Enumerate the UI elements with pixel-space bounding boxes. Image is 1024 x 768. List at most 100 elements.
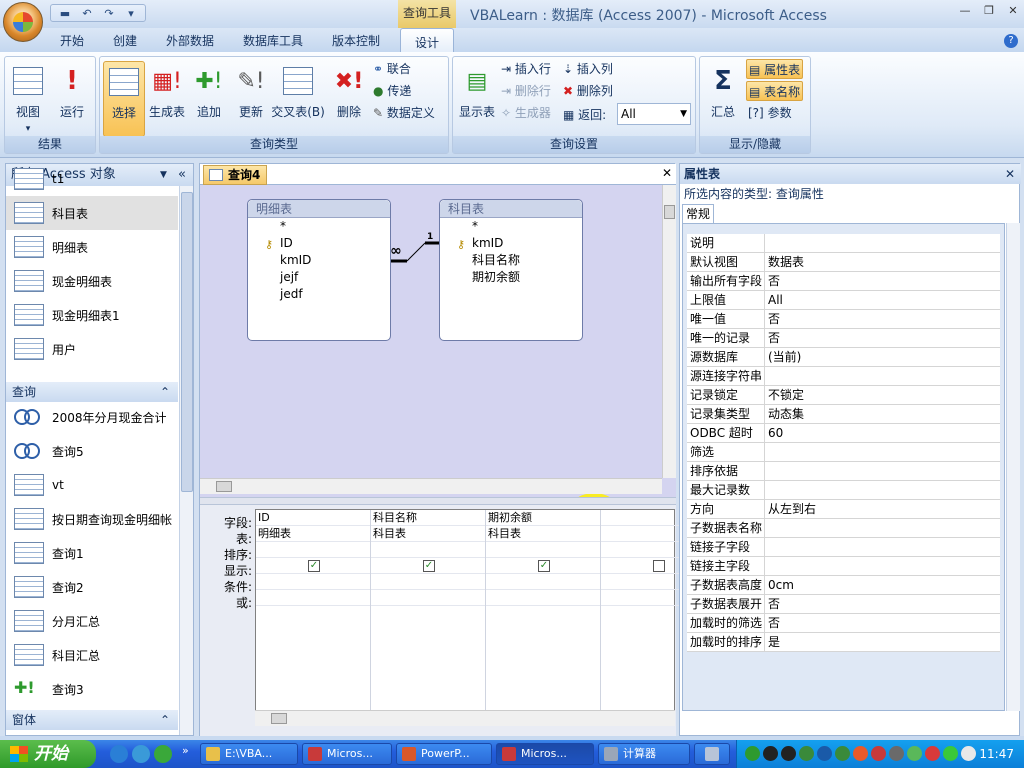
property-value[interactable] [765,462,1000,480]
collapse-pane-icon[interactable]: « [178,164,186,186]
customize-qat-icon[interactable]: ▾ [123,6,139,20]
field-item[interactable]: * [440,218,582,235]
property-value[interactable]: 是 [765,633,1000,651]
field-item[interactable]: kmID [248,252,390,269]
property-value[interactable]: 不锁定 [765,386,1000,404]
field-item[interactable]: jejf [248,269,390,286]
show-checkbox[interactable]: ✓ [423,560,435,572]
property-row[interactable]: 排序依据 [687,462,1000,481]
nav-query-item[interactable]: 查询5 [6,434,178,468]
grid-or-cell[interactable] [486,590,600,606]
nav-table-item[interactable]: 明细表 [6,230,178,264]
nav-query-item[interactable]: 科目汇总 [6,638,178,672]
nav-query-item[interactable]: 按日期查询现金明细帐 [6,502,178,536]
builder-button[interactable]: ✧ 生成器 [501,103,551,123]
grid-or-cell[interactable] [256,590,370,606]
grid-sort-cell[interactable] [256,542,370,558]
property-row[interactable]: 子数据表展开否 [687,595,1000,614]
tab-general[interactable]: 常规 [682,204,714,224]
grid-criteria-cell[interactable] [371,574,485,590]
passthrough-button[interactable]: ● 传递 [373,81,411,101]
media-icon[interactable] [154,745,172,763]
network-icon[interactable] [889,746,904,761]
grid-sort-cell[interactable] [371,542,485,558]
property-value[interactable] [765,481,1000,499]
close-icon[interactable]: ✕ [1005,164,1015,184]
show-table-button[interactable]: ▤ 显示表 [455,61,499,137]
tab-home[interactable]: 开始 [60,32,84,49]
property-value[interactable]: 60 [765,424,1000,442]
ie-icon[interactable] [110,745,128,763]
field-list-mingxibiao[interactable]: 明细表 * ⚷ ID kmID jejf jedf [247,199,391,341]
field-item[interactable]: 科目名称 [440,252,582,269]
tab-database-tools[interactable]: 数据库工具 [243,32,303,49]
data-definition-button[interactable]: ✎ 数据定义 [373,103,435,123]
property-row[interactable]: 加载时的排序是 [687,633,1000,652]
nav-section-queries[interactable]: 查询 ⌃ [6,382,178,402]
grid-field-cell[interactable]: ID [256,510,370,526]
run-button[interactable]: ! 运行 [51,61,93,137]
undo-icon[interactable]: ↶ [79,6,95,20]
office-button[interactable] [3,2,43,42]
append-button[interactable]: ✚! 追加 [188,61,230,137]
grid-table-cell[interactable]: 科目表 [486,526,600,542]
field-list-caption[interactable]: 明细表 [248,200,390,218]
tray-app-icon[interactable] [925,746,940,761]
make-table-button[interactable]: ▦! 生成表 [146,61,188,137]
tab-create[interactable]: 创建 [113,32,137,49]
property-row[interactable]: 筛选 [687,443,1000,462]
property-row[interactable]: 输出所有字段否 [687,272,1000,291]
table-names-button[interactable]: ▤ 表名称 [746,81,804,101]
collapse-section-icon[interactable]: ⌃ [160,382,170,402]
volume-icon[interactable] [961,746,976,761]
nav-query-item[interactable]: 查询2 [6,570,178,604]
grid-field-cell[interactable]: 科目名称 [371,510,485,526]
grid-sort-cell[interactable] [486,542,600,558]
field-item[interactable]: ⚷ kmID [440,235,582,252]
property-value[interactable] [765,538,1000,556]
nav-query-item[interactable]: ✚! 查询3 [6,672,178,706]
close-query-icon[interactable]: ✕ [662,166,672,180]
property-row[interactable]: 最大记录数 [687,481,1000,500]
nav-scroll-thumb[interactable] [181,192,193,492]
qq-icon[interactable] [763,746,778,761]
task-grouped[interactable] [694,743,730,765]
property-sheet-button[interactable]: ▤ 属性表 [746,59,804,79]
grid-column[interactable]: 科目名称 科目表 ✓ [371,510,486,710]
upper-hscroll-thumb[interactable] [216,481,232,492]
property-value[interactable] [765,443,1000,461]
field-item[interactable]: jedf [248,286,390,303]
property-value[interactable] [765,519,1000,537]
property-scrollbar[interactable] [1006,223,1020,711]
property-value[interactable]: All [765,291,1000,309]
property-value[interactable]: 否 [765,310,1000,328]
show-checkbox[interactable] [653,560,665,572]
property-value[interactable]: 数据表 [765,253,1000,271]
property-row[interactable]: 链接子字段 [687,538,1000,557]
nav-query-item[interactable]: 2008年分月现金合计 [6,400,178,434]
redo-icon[interactable]: ↷ [101,6,117,20]
property-value[interactable]: (当前) [765,348,1000,366]
property-row[interactable]: 源数据库 (当前) [687,348,1000,367]
grid-horizontal-scrollbar[interactable] [255,710,675,726]
field-list-caption[interactable]: 科目表 [440,200,582,218]
property-row[interactable]: ODBC 超时 60 [687,424,1000,443]
upper-vscroll-thumb[interactable] [664,205,675,219]
tab-external-data[interactable]: 外部数据 [166,32,214,49]
task-calculator[interactable]: 计算器 [598,743,690,765]
property-value[interactable]: 否 [765,614,1000,632]
update-button[interactable]: ✎! 更新 [230,61,272,137]
nav-table-item[interactable]: 科目表 [6,196,178,230]
browser-icon[interactable] [132,745,150,763]
totals-button[interactable]: Σ 汇总 [702,61,744,137]
tray-app-icon[interactable] [943,746,958,761]
property-row[interactable]: 子数据表名称 [687,519,1000,538]
select-query-button[interactable]: 选择 [103,61,145,137]
save-icon[interactable]: ▬ [57,6,73,20]
tray-app-icon[interactable] [817,746,832,761]
tab-version-control[interactable]: 版本控制 [332,32,380,49]
property-value[interactable]: 否 [765,329,1000,347]
grid-table-cell[interactable]: 明细表 [256,526,370,542]
qq-icon[interactable] [781,746,796,761]
property-row[interactable]: 加载时的筛选否 [687,614,1000,633]
